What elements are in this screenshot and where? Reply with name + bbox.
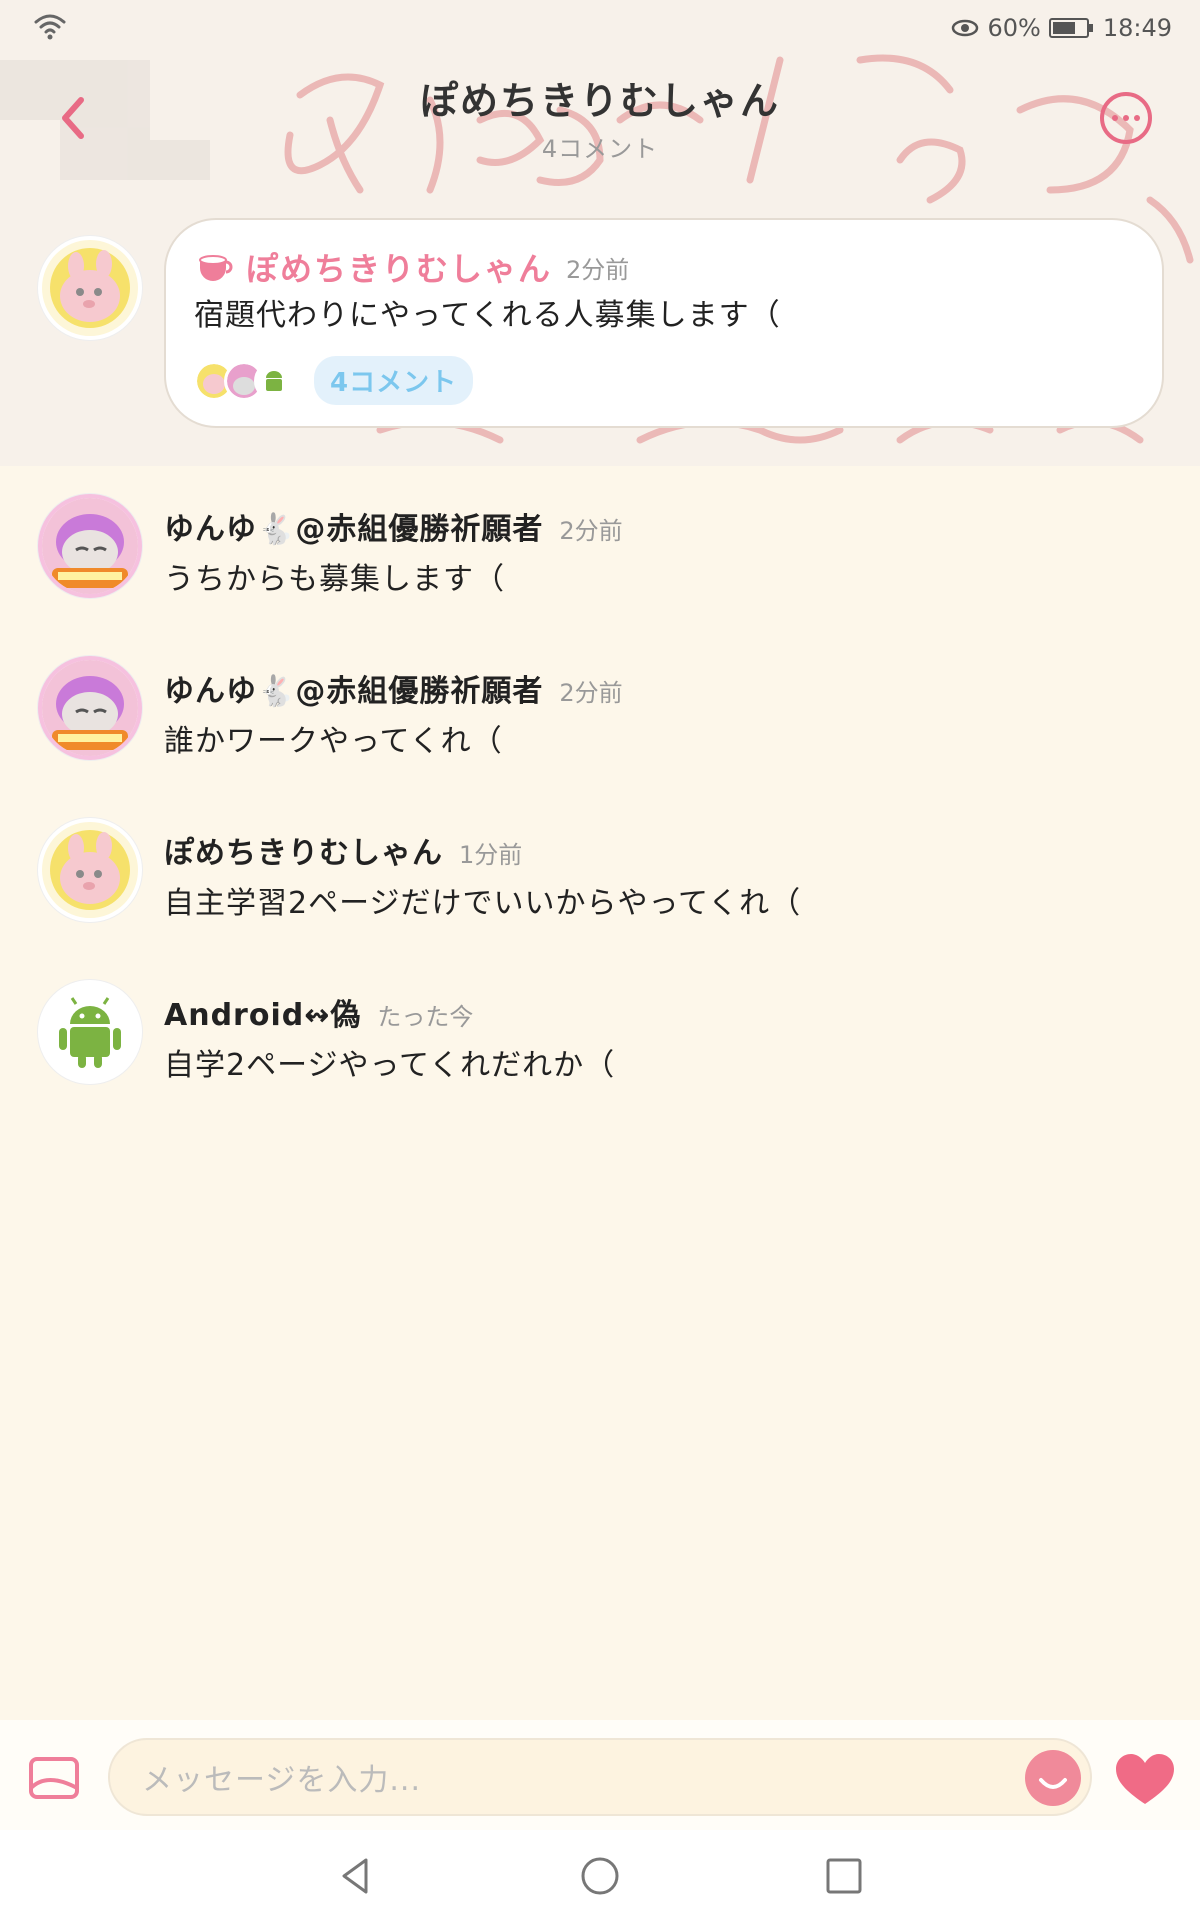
more-button[interactable] [1100,92,1152,144]
more-icon-dot [1112,115,1118,121]
comment-text: 誰かワークやってくれ（ [164,724,503,759]
battery-icon [1048,18,1093,38]
comment-author-name[interactable]: ぽめちきりむしゃん [164,828,443,872]
post-time: 2分前 [566,255,630,284]
post-author-avatar[interactable] [38,236,142,340]
more-icon-dot [1134,115,1140,121]
android-avatar-icon [42,984,138,1080]
commenter-avatar[interactable] [38,656,142,760]
commenter-avatar[interactable] [38,494,142,598]
post-footer: 4コメント [194,356,474,405]
comment-text: うちからも募集します（ [164,562,505,597]
post-author-name[interactable]: ぽめちきりむしゃん [246,244,552,290]
comment-header: ゆんゆ🐇@赤組優勝祈願者 2分前 [164,504,623,548]
comment-item: ゆんゆ🐇@赤組優勝祈願者 2分前 誰かワークやってくれ（ [0,656,1200,796]
commenter-avatar[interactable] [38,818,142,922]
comment-item: Android↭偽 たった今 自学2ページやってくれだれか（ [0,980,1200,1120]
comment-time: 2分前 [559,517,623,545]
more-icon-dot [1123,115,1129,121]
heart-icon[interactable] [1114,1752,1176,1808]
comment-header: ゆんゆ🐇@赤組優勝祈願者 2分前 [164,666,623,710]
commenter-avatar[interactable] [38,980,142,1084]
original-post-card[interactable]: ぽめちきりむしゃん 2分前 宿題代わりにやってくれる人募集します（ 4コメント [164,218,1164,428]
comment-count-pill[interactable]: 4コメント [314,356,474,405]
back-button[interactable] [50,92,94,144]
status-bar: 60% 18:49 [0,0,1200,56]
nav-recent-icon[interactable] [822,1854,866,1898]
comment-item: ぽめちきりむしゃん 1分前 自主学習2ページだけでいいからやってくれ（ [0,818,1200,958]
comment-author-name[interactable]: ゆんゆ🐇@赤組優勝祈願者 [164,666,543,710]
nav-back-icon[interactable] [334,1854,378,1898]
alpaca-avatar-icon [42,240,138,336]
message-input-bar: メッセージを入力... [0,1720,1200,1830]
title-block: ぽめちきりむしゃん 4コメント [300,70,900,164]
message-input-placeholder: メッセージを入力... [142,1763,422,1798]
commenter-avatar-android [254,360,294,401]
comment-header: Android↭偽 たった今 [164,990,473,1034]
comment-author-name[interactable]: Android↭偽 [164,990,361,1034]
page-subtitle: 4コメント [541,135,659,163]
comment-time: たった今 [377,1003,474,1031]
yunyu-avatar-icon [42,660,138,756]
message-input[interactable]: メッセージを入力... [108,1738,1092,1816]
cup-icon [199,255,233,281]
system-nav-bar [0,1830,1200,1920]
status-right: 60% 18:49 [951,12,1172,44]
comment-time: 2分前 [559,679,623,707]
status-time: 18:49 [1102,14,1172,42]
comment-item: ゆんゆ🐇@赤組優勝祈願者 2分前 うちからも募集します（ [0,494,1200,634]
comment-text: 自学2ページやってくれだれか（ [164,1048,616,1083]
emoji-icon[interactable] [1025,1750,1081,1806]
post-header: ぽめちきりむしゃん 2分前 [196,244,629,290]
back-icon [62,97,84,139]
nav-home-icon[interactable] [578,1854,622,1898]
eye-icon [952,19,979,37]
post-text: 宿題代わりにやってくれる人募集します（ [194,298,781,333]
alpaca-avatar-icon [42,822,138,918]
image-icon[interactable] [28,1756,80,1800]
yunyu-avatar-icon [42,498,138,594]
comment-author-name[interactable]: ゆんゆ🐇@赤組優勝祈願者 [164,504,543,548]
page-title: ぽめちきりむしゃん [419,79,780,123]
header-area: 60% 18:49 ぽめちきりむしゃん 4コメント ぽめちきりむしゃん 2分前 … [0,0,1200,466]
comment-text: 自主学習2ページだけでいいからやってくれ（ [164,886,802,921]
comment-header: ぽめちきりむしゃん 1分前 [164,828,522,872]
battery-percent: 60% [987,14,1041,42]
comment-time: 1分前 [459,841,523,869]
wifi-icon [34,14,66,40]
